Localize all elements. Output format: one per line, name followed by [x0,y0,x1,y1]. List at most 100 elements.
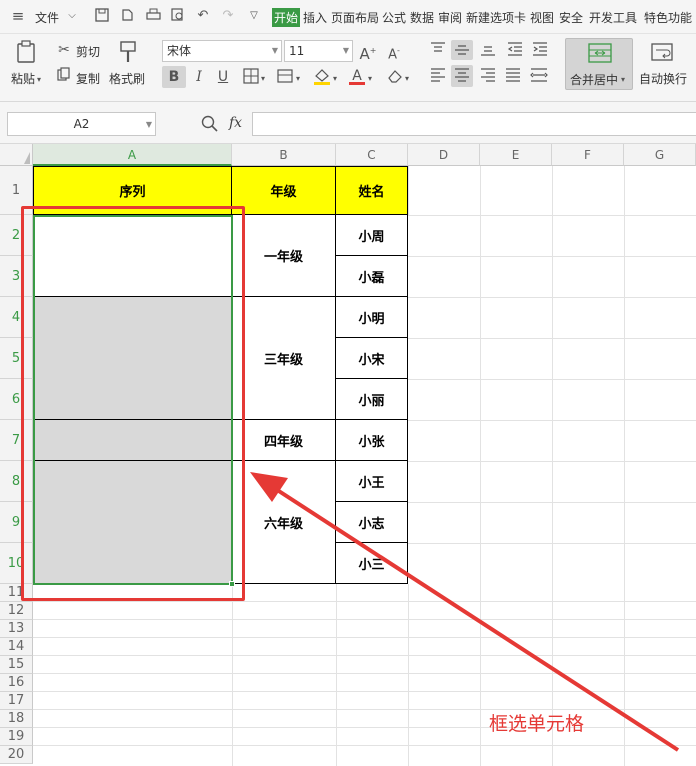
paste-dropdown-icon[interactable]: ▾ [37,71,41,89]
undo-icon[interactable]: ↶ [195,8,211,24]
row-header[interactable]: 18 [0,710,33,728]
customize-dropdown-icon[interactable]: ▽ [246,8,262,24]
justify-icon[interactable] [504,68,522,87]
hamburger-menu-icon[interactable]: ≡ [10,8,26,24]
font-color-dropdown-icon[interactable]: ▾ [368,70,372,88]
font-size-select[interactable]: 11 ▼ [284,40,353,62]
column-header-g[interactable]: G [624,144,696,166]
font-size-value: 11 [289,44,305,58]
header-cell-name[interactable]: 姓名 [336,166,408,215]
zoom-formula-icon[interactable] [200,115,220,138]
tab-view[interactable]: 视图 [530,9,554,26]
borders-icon[interactable] [242,68,260,89]
fx-icon[interactable]: fx [229,115,242,131]
tab-page-layout[interactable]: 页面布局 [331,9,379,26]
row-header[interactable]: 20 [0,746,33,764]
font-name-select[interactable]: 宋体 ▼ [162,40,282,62]
font-color-icon[interactable]: A [349,67,365,85]
column-header-c[interactable]: C [336,144,408,166]
chevron-down-icon: ▼ [271,46,278,55]
row-header[interactable]: 19 [0,728,33,746]
decrease-font-icon[interactable]: A- [385,42,403,64]
tab-developer[interactable]: 开发工具 [589,9,637,26]
tab-home[interactable]: 开始 [272,8,301,27]
annotation-arrow [250,472,680,752]
scissors-icon[interactable]: ✂ [56,41,72,59]
decrease-indent-icon[interactable] [506,42,524,61]
grade-cell[interactable]: 一年级 [232,215,336,297]
distributed-align-icon[interactable] [529,68,549,87]
row-header[interactable]: 15 [0,656,33,674]
tab-insert[interactable]: 插入 [303,9,327,26]
chevron-down-icon[interactable]: ⌵ [64,8,80,24]
row-header[interactable]: 16 [0,674,33,692]
borders-dropdown-icon[interactable]: ▾ [261,70,265,88]
name-cell[interactable]: 小丽 [336,379,408,420]
paste-icon[interactable] [14,40,38,66]
redo-icon[interactable]: ↷ [220,8,236,24]
column-header-e[interactable]: E [480,144,552,166]
grade-cell[interactable]: 四年级 [232,420,336,461]
copy-button[interactable]: 复制 [76,70,100,87]
tab-special-features[interactable]: 特色功能 [644,9,692,26]
column-header-b[interactable]: B [232,144,336,166]
save-icon[interactable] [94,8,110,24]
row-header[interactable]: 14 [0,638,33,656]
annotation-box [21,206,245,601]
align-left-icon[interactable] [429,68,447,87]
name-cell[interactable]: 小明 [336,297,408,338]
italic-button[interactable]: I [191,68,207,86]
format-painter-button[interactable]: 格式刷 [109,70,145,87]
name-box-value: A2 [73,117,90,131]
wrap-text-icon[interactable] [649,42,675,69]
align-right-icon[interactable] [479,68,497,87]
grade-cell[interactable]: 三年级 [232,297,336,420]
align-bottom-icon[interactable] [479,42,497,61]
cell-style-icon[interactable] [276,68,294,89]
formula-input[interactable] [252,112,696,136]
chevron-down-icon: ▼ [145,120,152,129]
name-cell[interactable]: 小磊 [336,256,408,297]
name-cell[interactable]: 小宋 [336,338,408,379]
menu-file[interactable]: 文件 [35,9,59,26]
tab-new-tab[interactable]: 新建选项卡 [466,9,526,26]
fill-color-icon[interactable] [313,67,331,90]
copy-icon[interactable] [56,67,72,86]
eraser-icon[interactable] [386,68,404,89]
align-top-icon[interactable] [429,42,447,61]
eraser-dropdown-icon[interactable]: ▾ [405,70,409,88]
tab-security[interactable]: 安全 [559,9,583,26]
align-middle-icon[interactable] [451,40,473,60]
merge-center-button[interactable]: 合并居中 ▾ [565,38,633,90]
tab-formulas[interactable]: 公式 [382,9,406,26]
tab-data[interactable]: 数据 [410,9,434,26]
row-header[interactable]: 17 [0,692,33,710]
paste-button[interactable]: 粘贴 [11,70,35,87]
export-icon[interactable] [119,8,135,24]
chevron-down-icon: ▼ [342,46,349,55]
column-header-d[interactable]: D [408,144,480,166]
select-all-corner[interactable] [0,144,33,166]
underline-button[interactable]: U [214,68,232,86]
column-header-a[interactable]: A [33,144,232,166]
tab-review[interactable]: 审阅 [438,9,462,26]
fill-color-dropdown-icon[interactable]: ▾ [333,70,337,88]
name-box[interactable]: A2 ▼ [7,112,156,136]
cell-style-dropdown-icon[interactable]: ▾ [296,70,300,88]
align-center-icon[interactable] [451,65,473,87]
header-cell-grade[interactable]: 年级 [232,166,336,215]
row-header[interactable]: 13 [0,620,33,638]
row-header[interactable]: 12 [0,602,33,620]
cut-button[interactable]: 剪切 [76,43,100,60]
increase-indent-icon[interactable] [531,42,549,61]
increase-font-icon[interactable]: A+ [359,42,377,63]
wrap-text-button[interactable]: 自动换行 [639,70,687,87]
bold-button[interactable]: B [162,66,186,88]
print-icon[interactable] [145,8,161,24]
name-cell[interactable]: 小周 [336,215,408,256]
column-header-f[interactable]: F [552,144,624,166]
name-cell[interactable]: 小张 [336,420,408,461]
print-preview-icon[interactable] [170,8,186,24]
format-painter-icon[interactable] [117,40,139,69]
merge-dropdown-icon[interactable]: ▾ [621,71,625,89]
